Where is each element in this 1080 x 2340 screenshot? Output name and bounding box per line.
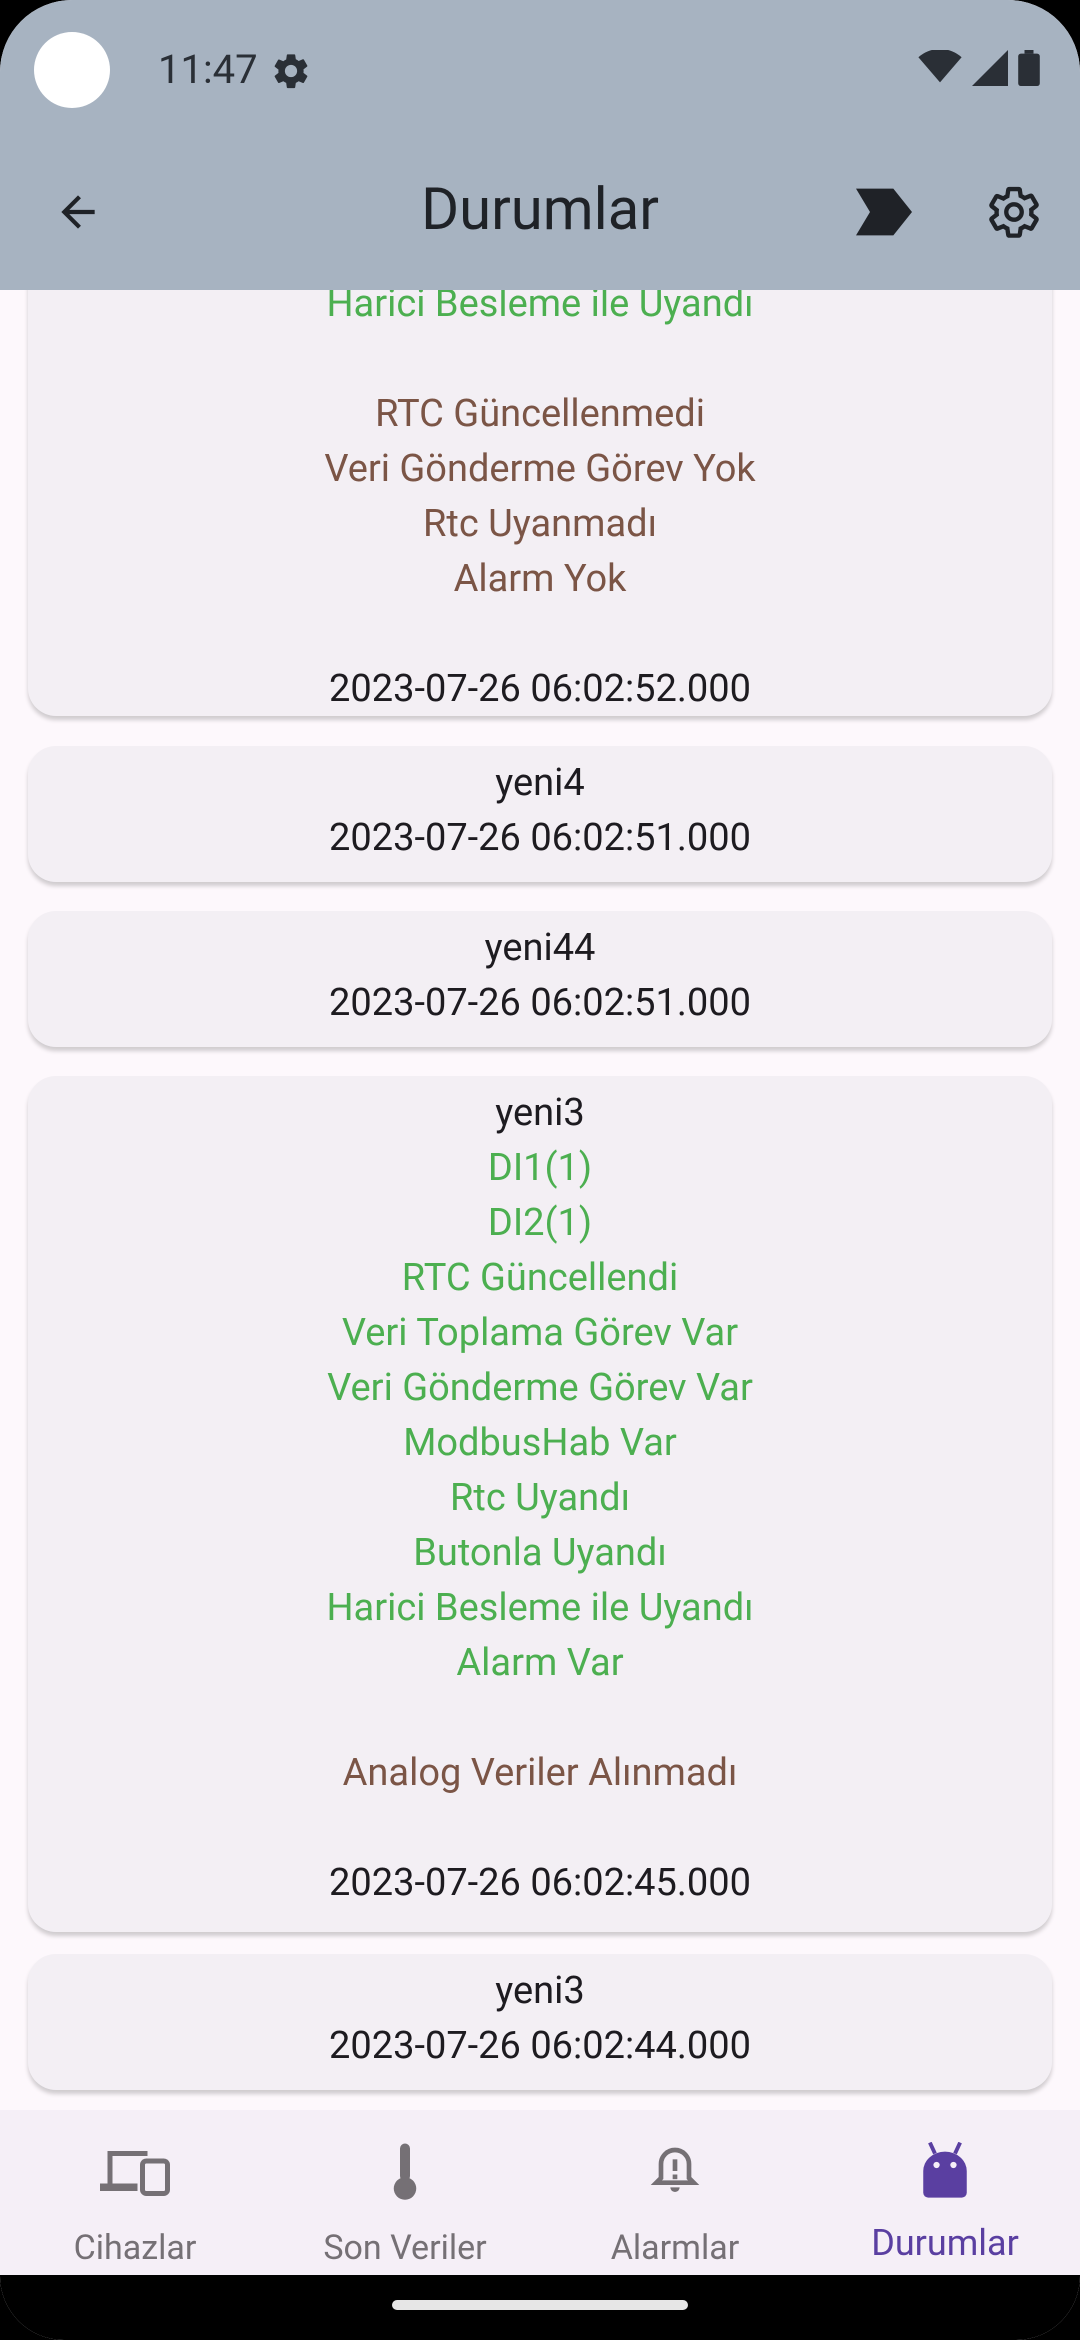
- status-timestamp: 2023-07-26 06:02:51.000: [329, 816, 751, 860]
- status-time: 11:47: [158, 46, 258, 93]
- status-timestamp: 2023-07-26 06:02:45.000: [329, 1861, 751, 1905]
- alarm-bell-icon: [650, 2147, 700, 2192]
- nav-label: Durumlar: [871, 2222, 1019, 2264]
- status-list[interactable]: Harici Besleme ile Uyandı RTC Güncellenm…: [0, 290, 1080, 2110]
- nav-item-durumlar[interactable]: Durumlar: [810, 2110, 1080, 2275]
- status-card[interactable]: yeni44 2023-07-26 06:02:51.000: [28, 911, 1052, 1047]
- label-arrow-icon: [856, 188, 912, 236]
- status-line: Butonla Uyandı: [413, 1531, 667, 1575]
- status-timestamp: 2023-07-26 06:02:51.000: [329, 981, 751, 1025]
- status-line: Harici Besleme ile Uyandı: [326, 290, 754, 326]
- devices-icon: [100, 2151, 170, 2196]
- status-line: Veri Gönderme Görev Var: [327, 1366, 753, 1410]
- status-line: Alarm Yok: [453, 557, 627, 601]
- status-card[interactable]: yeni3 DI1(1) DI2(1) RTC Güncellendi Veri…: [28, 1076, 1052, 1932]
- device-name: yeni44: [484, 926, 596, 970]
- nav-label: Alarmlar: [610, 2228, 740, 2268]
- status-line: Harici Besleme ile Uyandı: [326, 1586, 754, 1630]
- camera-cutout: [34, 32, 110, 108]
- page-title: Durumlar: [421, 176, 659, 244]
- status-line: DI2(1): [487, 1201, 593, 1245]
- status-timestamp: 2023-07-26 06:02:52.000: [329, 667, 751, 711]
- nav-label: Cihazlar: [73, 2228, 197, 2268]
- label-next-button[interactable]: [852, 180, 916, 244]
- status-line: Veri Gönderme Görev Yok: [324, 447, 756, 491]
- battery-icon: [1018, 50, 1040, 86]
- home-gesture-handle[interactable]: [392, 2300, 688, 2310]
- status-line: Veri Toplama Görev Var: [341, 1311, 739, 1355]
- wifi-icon: [918, 50, 962, 83]
- status-line: RTC Güncellenmedi: [375, 392, 705, 436]
- thermometer-icon: [393, 2143, 417, 2200]
- device-name: yeni3: [495, 1091, 585, 1135]
- system-status-icons: [918, 50, 1040, 86]
- bottom-navigation: Cihazlar Son Veriler Alarmlar Durumlar: [0, 2110, 1080, 2275]
- nav-item-cihazlar[interactable]: Cihazlar: [0, 2110, 270, 2275]
- status-card[interactable]: yeni4 2023-07-26 06:02:51.000: [28, 746, 1052, 882]
- status-card[interactable]: Harici Besleme ile Uyandı RTC Güncellenm…: [28, 290, 1052, 716]
- status-line: RTC Güncellendi: [401, 1256, 679, 1300]
- phone-screen: 11:47 Durumlar Harici Besleme ile Uyandı…: [0, 0, 1080, 2340]
- cellular-signal-icon: [972, 50, 1008, 86]
- nav-label: Son Veriler: [323, 2228, 487, 2268]
- settings-status-icon: [274, 54, 308, 89]
- status-line: Alarm Var: [456, 1641, 624, 1685]
- device-name: yeni3: [495, 1969, 585, 2013]
- nav-item-son-veriler[interactable]: Son Veriler: [270, 2110, 540, 2275]
- status-timestamp: 2023-07-26 06:02:44.000: [329, 2024, 751, 2068]
- status-line: ModbusHab Var: [403, 1421, 677, 1465]
- status-line: Analog Veriler Alınmadı: [342, 1751, 738, 1795]
- gear-icon: [989, 186, 1039, 238]
- device-name: yeni4: [495, 761, 585, 805]
- status-line: DI1(1): [487, 1146, 593, 1190]
- app-header: 11:47 Durumlar: [0, 0, 1080, 290]
- status-line: Rtc Uyanmadı: [423, 502, 657, 546]
- status-card[interactable]: yeni3 2023-07-26 06:02:44.000: [28, 1954, 1052, 2090]
- status-line: Rtc Uyandı: [450, 1476, 630, 1520]
- nav-item-alarmlar[interactable]: Alarmlar: [540, 2110, 810, 2275]
- settings-button[interactable]: [982, 180, 1046, 244]
- android-icon: [923, 2142, 967, 2198]
